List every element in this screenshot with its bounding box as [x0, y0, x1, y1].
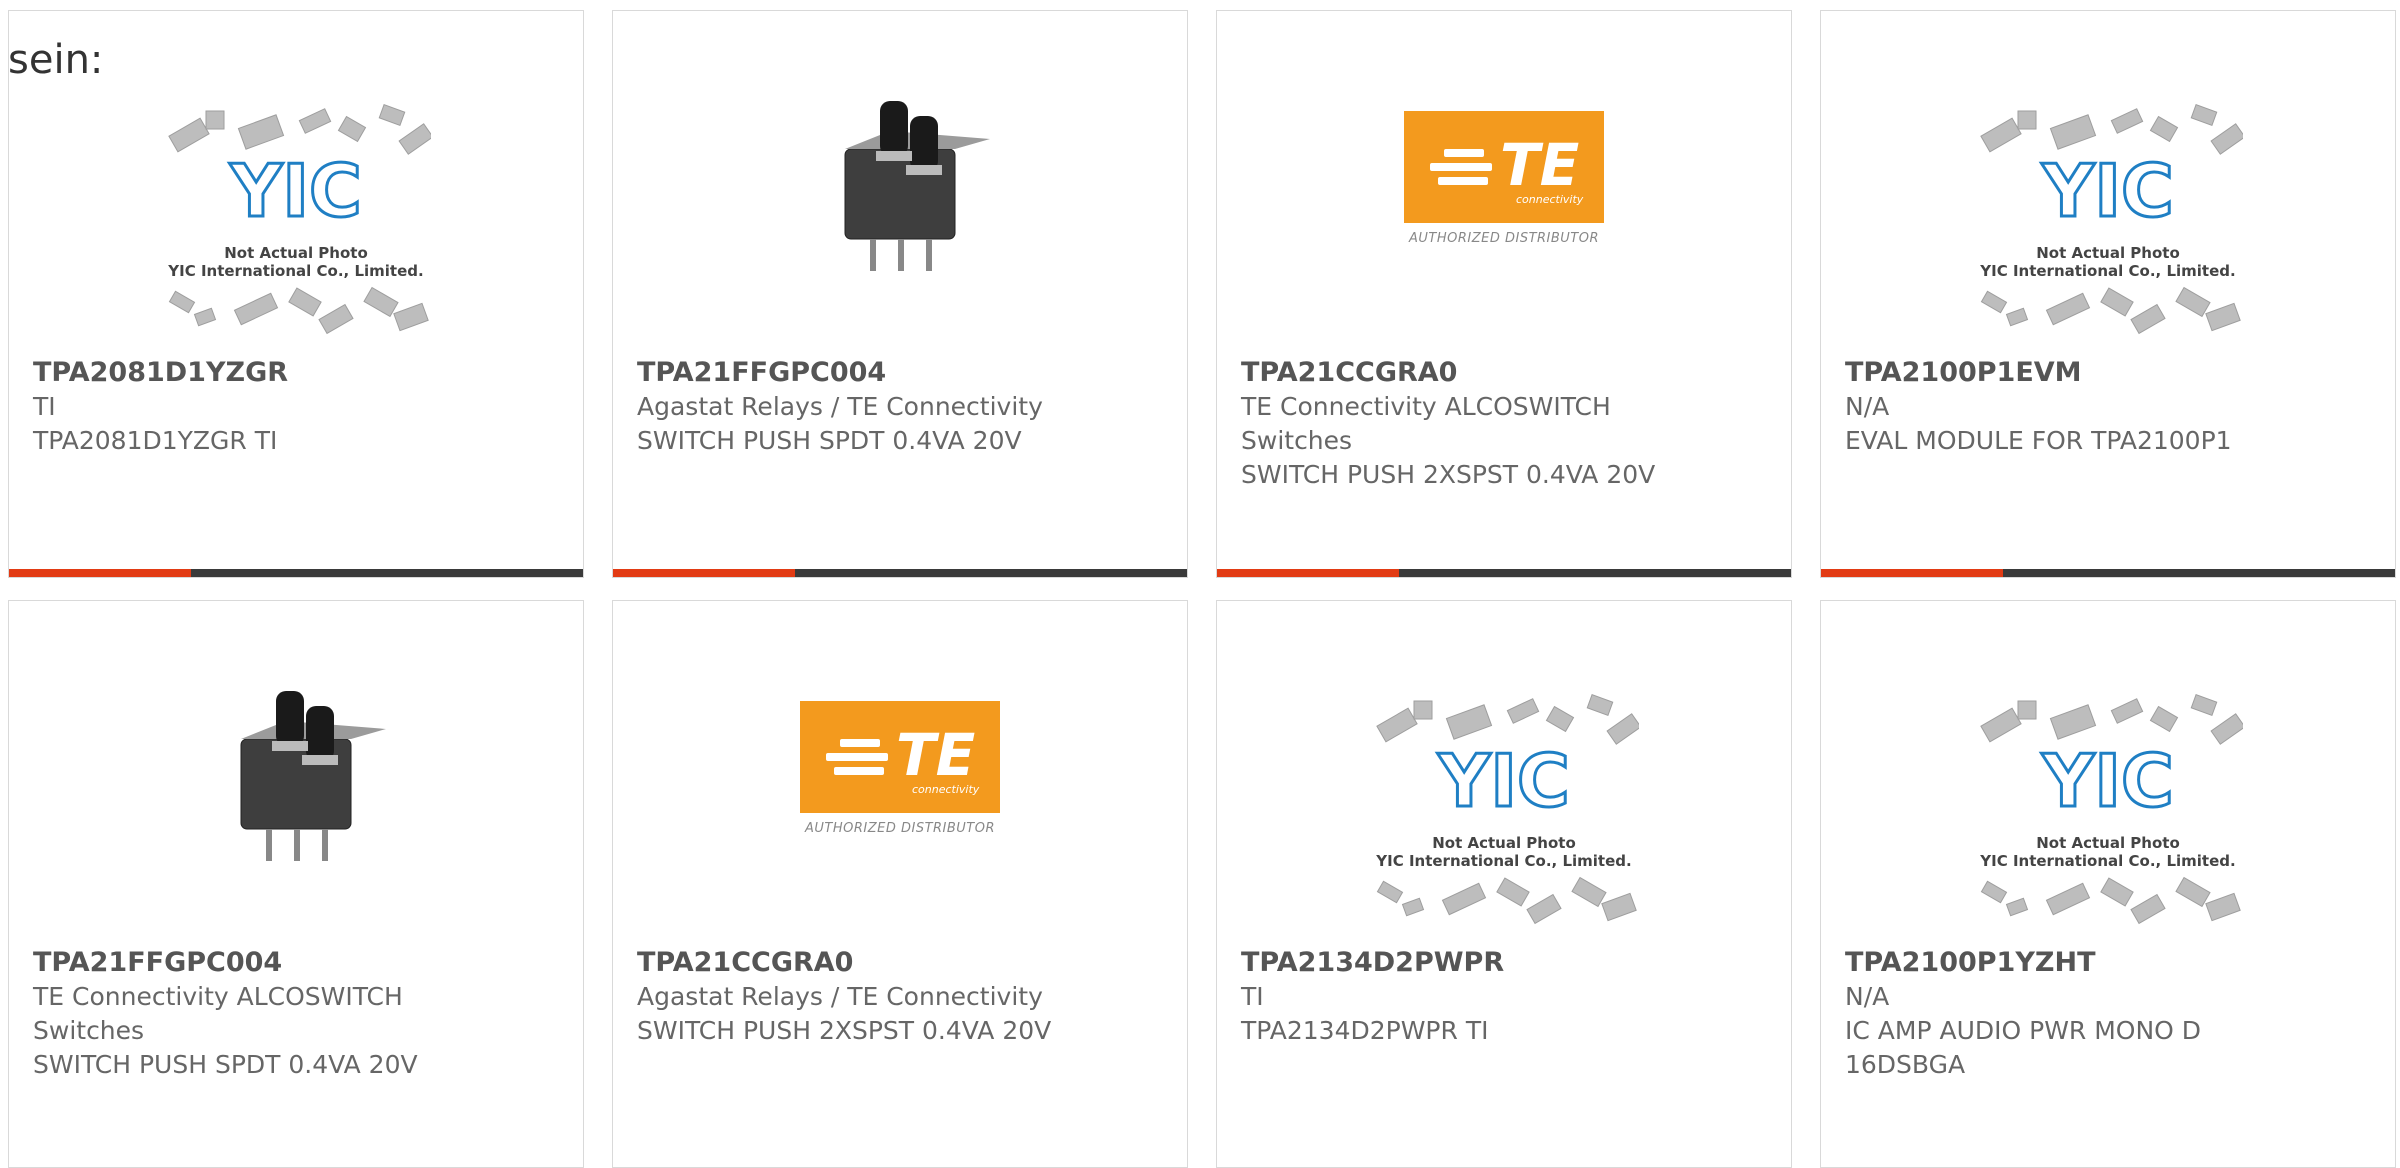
push-switch-image — [800, 81, 1000, 285]
card-bottom-bar — [613, 569, 1187, 577]
chip-pictures-icon: YIC — [1980, 694, 2246, 925]
not-actual-photo-caption: Not Actual Photo YIC International Co., L… — [168, 244, 424, 280]
product-card[interactable]: TE connectivity AUTHORIZED DISTRIBUTOR TPA… — [1216, 10, 1792, 578]
description: SWITCH PUSH 2XSPST 0.4VA 20V — [637, 1016, 1052, 1045]
description: EVAL MODULE FOR TPA2100P1 — [1845, 426, 2232, 455]
yic-placeholder-image: YIC Not Actual Photo YIC International Co.… — [1973, 686, 2246, 936]
not-actual-photo-caption: Not Actual Photo YIC International Co., L… — [1980, 244, 2236, 280]
part-number[interactable]: TPA2081D1YZGR — [33, 356, 453, 390]
card-bottom-bar — [1821, 569, 2395, 577]
product-card[interactable]: YIC Not Actual Photo YIC International Co.… — [1216, 600, 1792, 1168]
yic-logo: YIC — [1437, 739, 1570, 823]
authorized-distributor-caption: AUTHORIZED DISTRIBUTOR — [1408, 231, 1600, 246]
part-number[interactable]: TPA2100P1EVM — [1845, 356, 2265, 390]
manufacturer: TE Connectivity ALCOSWITCH Switches — [33, 982, 403, 1045]
part-number[interactable]: TPA21FFGPC004 — [33, 946, 453, 980]
chip-pictures-icon: YIC — [168, 104, 434, 335]
description: SWITCH PUSH SPDT 0.4VA 20V — [33, 1050, 418, 1079]
section-heading: sein: — [8, 37, 104, 83]
product-card[interactable]: YIC Not Actual Photo YIC International Co.… — [8, 10, 584, 578]
chip-pictures-icon: YIC — [1376, 694, 1642, 925]
not-actual-photo-caption: Not Actual Photo YIC International Co., L… — [1376, 834, 1632, 870]
part-number[interactable]: TPA21CCGRA0 — [1241, 356, 1661, 390]
product-card[interactable]: TE connectivity AUTHORIZED DISTRIBUTOR TPA… — [612, 600, 1188, 1168]
yic-logo: YIC — [2041, 149, 2174, 233]
manufacturer: Agastat Relays / TE Connectivity — [637, 982, 1043, 1011]
description: SWITCH PUSH SPDT 0.4VA 20V — [637, 426, 1022, 455]
push-switch-icon — [240, 691, 386, 861]
push-switch-image — [196, 671, 396, 875]
te-connectivity-logo: TE connectivity — [1404, 111, 1604, 223]
yic-logo: YIC — [2041, 739, 2174, 823]
product-card[interactable]: YIC Not Actual Photo YIC International Co.… — [1820, 10, 2396, 578]
not-actual-photo-caption: Not Actual Photo YIC International Co., L… — [1980, 834, 2236, 870]
card-bottom-bar — [1217, 569, 1791, 577]
description: TPA2134D2PWPR TI — [1241, 1016, 1489, 1045]
authorized-distributor-caption: AUTHORIZED DISTRIBUTOR — [804, 821, 996, 836]
yic-logo: YIC — [229, 149, 362, 233]
product-card[interactable]: TPA21FFGPC004 Agastat Relays / TE Connec… — [612, 10, 1188, 578]
part-number[interactable]: TPA21CCGRA0 — [637, 946, 1057, 980]
description: SWITCH PUSH 2XSPST 0.4VA 20V — [1241, 460, 1656, 489]
manufacturer: TI — [1241, 982, 1264, 1011]
manufacturer: TE Connectivity ALCOSWITCH Switches — [1241, 392, 1611, 455]
manufacturer: N/A — [1845, 982, 1890, 1011]
yic-placeholder-image: YIC Not Actual Photo YIC International Co.… — [1369, 686, 1642, 936]
description: TPA2081D1YZGR TI — [33, 426, 278, 455]
part-number[interactable]: TPA2134D2PWPR — [1241, 946, 1661, 980]
manufacturer: Agastat Relays / TE Connectivity — [637, 392, 1043, 421]
te-connectivity-logo: TE connectivity — [800, 701, 1000, 813]
product-card[interactable]: YIC Not Actual Photo YIC International Co.… — [1820, 600, 2396, 1168]
product-card[interactable]: TPA21FFGPC004 TE Connectivity ALCOSWITCH… — [8, 600, 584, 1168]
card-bottom-bar — [9, 569, 583, 577]
manufacturer: TI — [33, 392, 56, 421]
chip-pictures-icon: YIC — [1980, 104, 2246, 335]
te-logo-image: TE connectivity AUTHORIZED DISTRIBUTOR — [800, 701, 1000, 836]
te-logo-image: TE connectivity AUTHORIZED DISTRIBUTOR — [1404, 111, 1604, 246]
part-number[interactable]: TPA2100P1YZHT — [1845, 946, 2265, 980]
push-switch-icon — [844, 101, 990, 271]
yic-placeholder-image: YIC Not Actual Photo YIC International Co.… — [1973, 96, 2246, 346]
manufacturer: N/A — [1845, 392, 1890, 421]
part-number[interactable]: TPA21FFGPC004 — [637, 356, 1057, 390]
yic-placeholder-image: YIC Not Actual Photo YIC International Co.… — [161, 96, 434, 346]
description: IC AMP AUDIO PWR MONO D 16DSBGA — [1845, 1016, 2202, 1079]
